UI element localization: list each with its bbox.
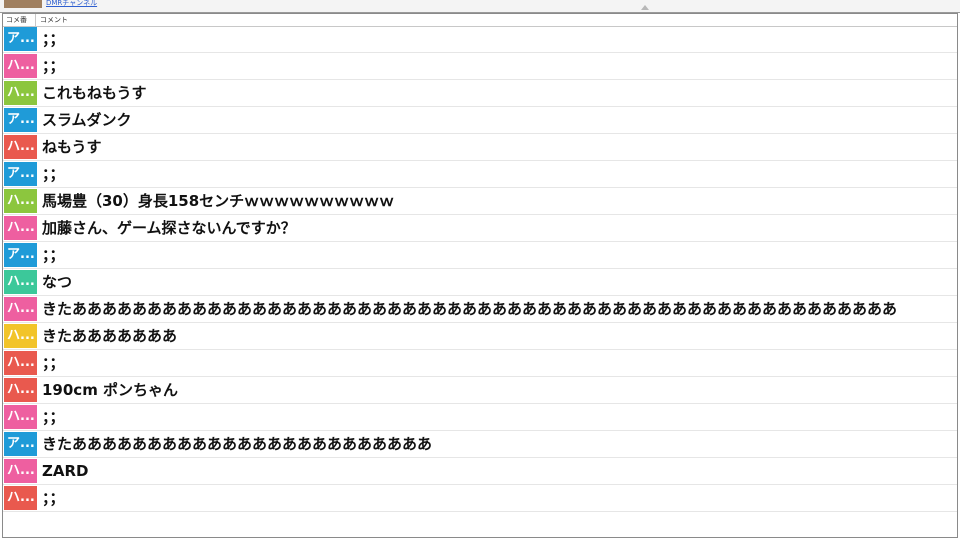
comment-text: ZARD (42, 462, 89, 480)
user-avatar-badge: ハ... (4, 135, 37, 159)
user-avatar-badge: ハ... (4, 54, 37, 78)
comment-row[interactable]: ハ... ；； (3, 53, 957, 80)
user-avatar-badge: ハ... (4, 81, 37, 105)
comment-row[interactable]: ハ... きたあああああああ (3, 323, 957, 350)
comment-row[interactable]: ハ... ；； (3, 404, 957, 431)
user-avatar-badge: ハ... (4, 216, 37, 240)
comment-text: ねもうす (42, 138, 102, 156)
comment-text: きたああああああああああああああああああああああああ (42, 435, 433, 453)
user-avatar-badge: ハ... (4, 405, 37, 429)
user-avatar-badge: ア... (4, 162, 37, 186)
comment-text: きたああああああああああああああああああああああああああああああああああああああ… (42, 300, 898, 318)
user-avatar-badge: ア... (4, 27, 37, 51)
comment-text: 加藤さん、ゲーム探さないんですか？ (42, 219, 296, 237)
comment-row[interactable]: ハ... きたああああああああああああああああああああああああああああああああああ… (3, 296, 957, 323)
comment-text: スラムダンク (42, 111, 132, 129)
comment-row[interactable]: ハ... ；； (3, 350, 957, 377)
comment-row[interactable]: ア... ；； (3, 26, 957, 53)
comment-row[interactable]: ア... スラムダンク (3, 107, 957, 134)
top-bar: DMRチャンネル (0, 0, 960, 13)
user-avatar-badge: ハ... (4, 324, 37, 348)
comment-row[interactable]: ハ... 馬場豊（30）身長158センチｗｗｗｗｗｗｗｗｗｗ (3, 188, 957, 215)
comment-row[interactable]: ハ... ；； (3, 485, 957, 512)
column-header-number[interactable]: コメ番 (3, 14, 36, 26)
column-header-comment[interactable]: コメント (38, 14, 68, 26)
user-avatar-badge: ハ... (4, 459, 37, 483)
user-avatar-badge: ハ... (4, 189, 37, 213)
comment-row[interactable]: ア... ；； (3, 242, 957, 269)
comment-text: ；； (42, 408, 65, 426)
comment-text: ；； (42, 57, 65, 75)
user-avatar-badge: ハ... (4, 297, 37, 321)
channel-link[interactable]: DMRチャンネル (46, 0, 97, 8)
comment-row[interactable]: ア... ；； (3, 161, 957, 188)
user-avatar-badge: ア... (4, 432, 37, 456)
splitter-grip-icon[interactable] (641, 5, 649, 10)
comment-row[interactable]: ハ... 加藤さん、ゲーム探さないんですか？ (3, 215, 957, 242)
comment-text: 190cm ポンちゃん (42, 381, 179, 399)
user-avatar-badge: ア... (4, 108, 37, 132)
user-avatar-badge: ハ... (4, 486, 37, 510)
comment-row[interactable]: ハ... 190cm ポンちゃん (3, 377, 957, 404)
comment-text: 馬場豊（30）身長158センチｗｗｗｗｗｗｗｗｗｗ (42, 192, 395, 210)
comment-text: ；； (42, 354, 65, 372)
user-avatar-badge: ア... (4, 243, 37, 267)
user-avatar-badge: ハ... (4, 351, 37, 375)
comment-row[interactable]: ハ... ねもうす (3, 134, 957, 161)
comment-text: ；； (42, 165, 65, 183)
comment-row[interactable]: ハ... なつ (3, 269, 957, 296)
comment-text: これもねもうす (42, 84, 147, 102)
comment-list-panel: コメ番 コメント ア...；； ハ...；； ハ... これもねもうす ア... スラムダ… (2, 13, 958, 538)
user-avatar-badge: ハ... (4, 270, 37, 294)
channel-thumbnail[interactable] (4, 0, 42, 8)
comment-text: ；； (42, 30, 65, 48)
comment-text: ；； (42, 489, 65, 507)
comment-text: きたあああああああ (42, 327, 178, 345)
user-avatar-badge: ハ... (4, 378, 37, 402)
comment-rows: ア...；； ハ...；； ハ... これもねもうす ア... スラムダンク ハ... ねもう… (3, 26, 957, 512)
comment-row[interactable]: ア... きたああああああああああああああああああああああああ (3, 431, 957, 458)
comment-row[interactable]: ハ... ZARD (3, 458, 957, 485)
comment-text: ；； (42, 246, 65, 264)
comment-text: なつ (42, 273, 73, 291)
comment-row[interactable]: ハ... これもねもうす (3, 80, 957, 107)
